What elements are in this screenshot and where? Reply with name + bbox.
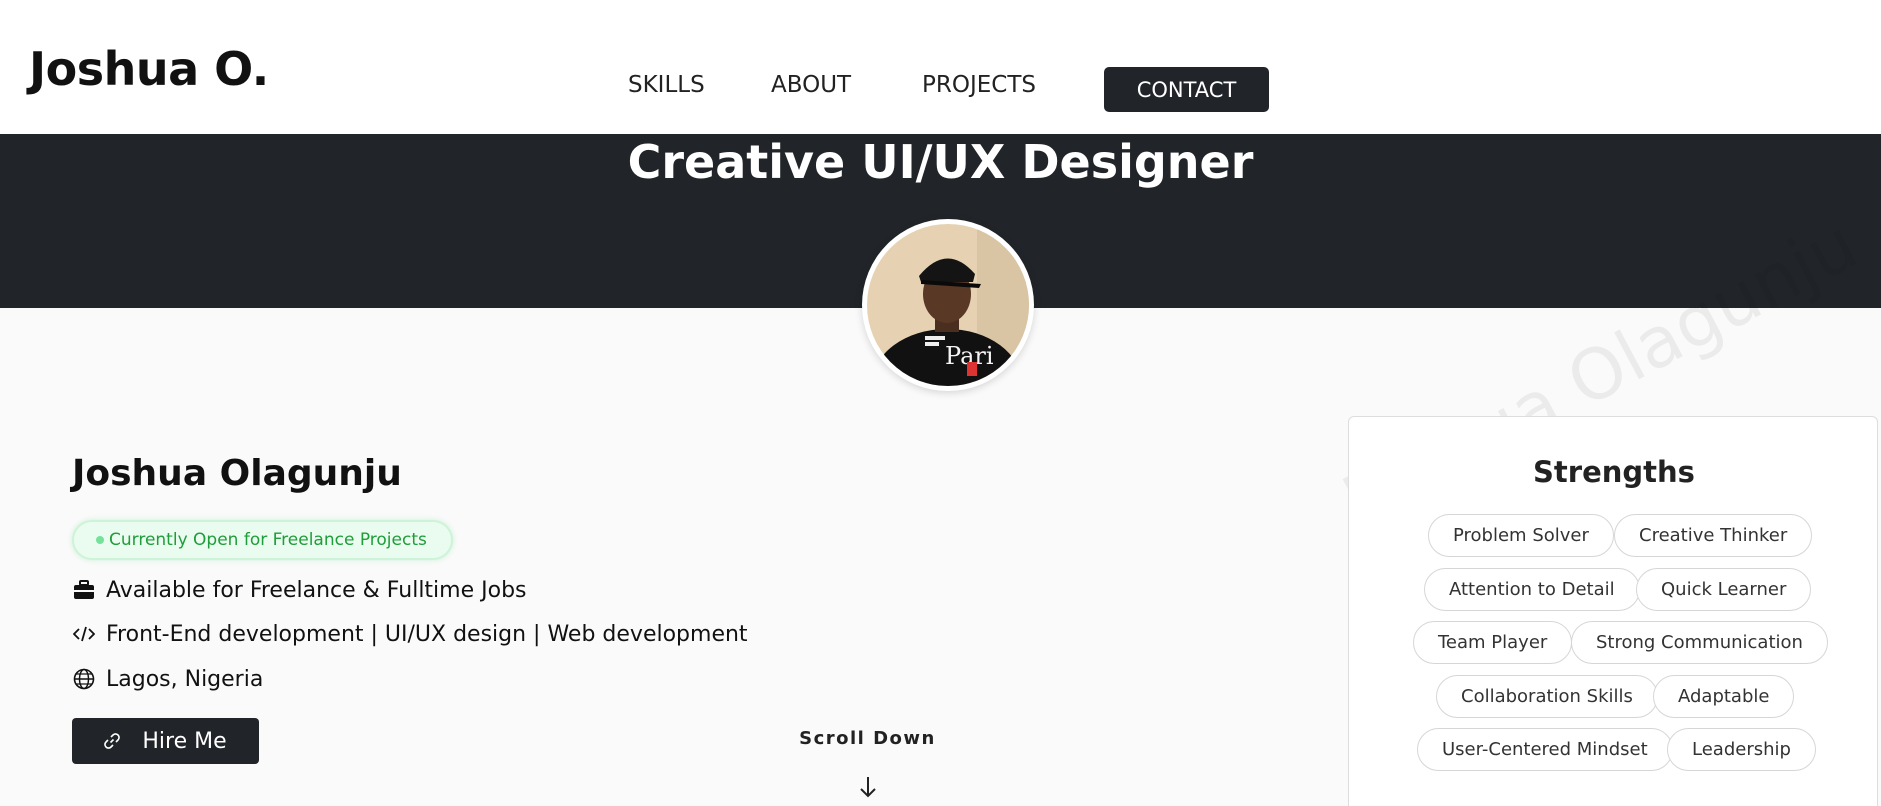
roles-text: Front-End development | UI/UX design | W… — [106, 621, 748, 647]
profile-photo: Pari — [867, 224, 1029, 386]
strength-chip: User-Centered Mindset — [1417, 728, 1673, 771]
logo[interactable]: Joshua O. — [29, 42, 269, 96]
hire-me-label: Hire Me — [142, 728, 227, 754]
briefcase-icon — [72, 578, 96, 602]
availability-row: Available for Freelance & Fulltime Jobs — [72, 576, 527, 604]
hire-me-button[interactable]: Hire Me — [72, 718, 259, 764]
strength-chip: Quick Learner — [1636, 568, 1812, 611]
scroll-down-label[interactable]: Scroll Down — [760, 728, 975, 749]
strength-chip: Problem Solver — [1428, 514, 1614, 557]
strength-chip: Attention to Detail — [1424, 568, 1640, 611]
status-dot-icon — [96, 536, 104, 544]
contact-button[interactable]: CONTACT — [1104, 67, 1269, 112]
avatar: Pari — [862, 219, 1034, 391]
arrow-down-icon[interactable] — [857, 775, 879, 799]
roles-row: Front-End development | UI/UX design | W… — [72, 620, 748, 648]
globe-icon — [72, 667, 96, 691]
strengths-title: Strengths — [1533, 455, 1695, 489]
nav-link-skills[interactable]: SKILLS — [628, 72, 705, 98]
nav-link-about[interactable]: ABOUT — [771, 72, 851, 98]
strength-chip: Adaptable — [1653, 675, 1795, 718]
strength-chip: Collaboration Skills — [1436, 675, 1658, 718]
strength-chip: Creative Thinker — [1614, 514, 1813, 557]
profile-name: Joshua Olagunju — [72, 453, 402, 494]
location-text: Lagos, Nigeria — [106, 666, 264, 692]
strength-chip: Leadership — [1667, 728, 1816, 771]
hero-title: Creative UI/UX Designer — [627, 135, 1254, 189]
status-badge: Currently Open for Freelance Projects — [72, 520, 453, 560]
strengths-card: Strengths Problem Solver Creative Thinke… — [1348, 416, 1878, 806]
code-icon — [72, 622, 96, 646]
strength-chip: Team Player — [1413, 621, 1573, 664]
site-header: Joshua O. SKILLS ABOUT PROJECTS CONTACT — [0, 0, 1881, 134]
status-text: Currently Open for Freelance Projects — [109, 530, 427, 550]
availability-text: Available for Freelance & Fulltime Jobs — [106, 577, 527, 603]
strength-chip: Strong Communication — [1571, 621, 1828, 664]
link-icon — [104, 733, 121, 749]
location-row: Lagos, Nigeria — [72, 665, 263, 693]
nav-link-projects[interactable]: PROJECTS — [922, 72, 1036, 98]
